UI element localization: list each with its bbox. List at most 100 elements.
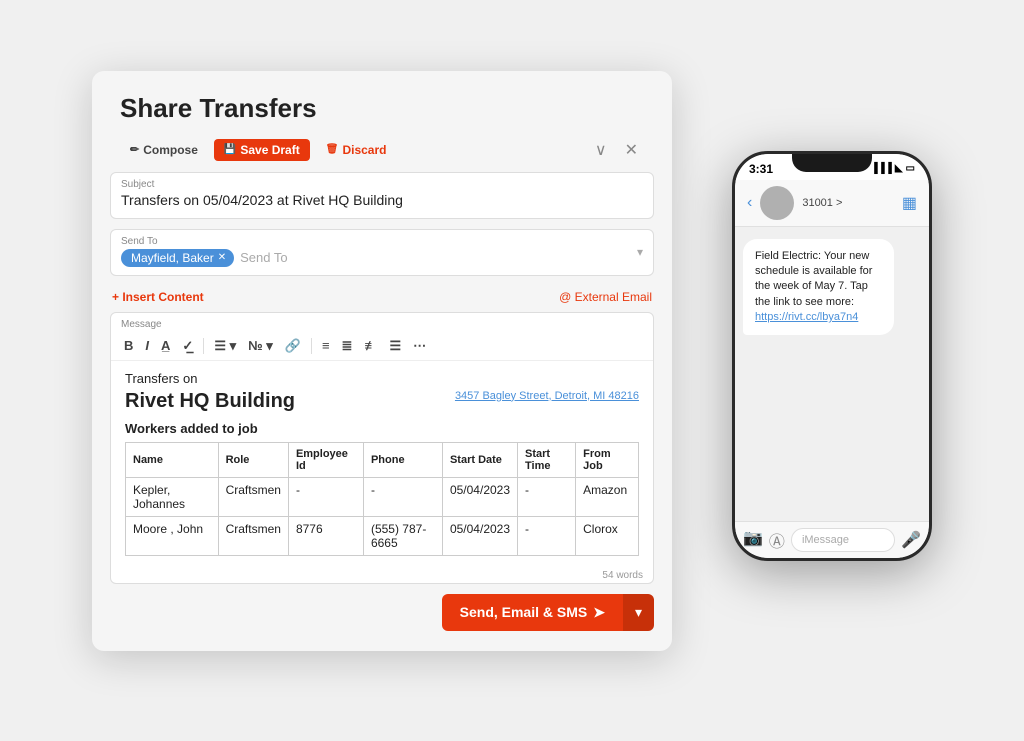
save-draft-button[interactable]: Save Draft bbox=[214, 139, 310, 161]
message-label: Message bbox=[111, 313, 653, 332]
app-icon: Ⓐ bbox=[769, 528, 785, 552]
align-center-button[interactable]: ≣ bbox=[337, 336, 358, 356]
word-count: 54 words bbox=[111, 566, 653, 583]
ordered-list-button[interactable]: № ▾ bbox=[243, 336, 278, 356]
table-row: Moore , John Craftsmen 8776 (555) 787-66… bbox=[126, 516, 639, 555]
insert-row: + Insert Content @ External Email bbox=[110, 286, 654, 308]
messages-area: Field Electric: Your new schedule is ava… bbox=[735, 227, 929, 521]
col-role: Role bbox=[218, 442, 288, 477]
panel-title: Share Transfers bbox=[120, 93, 644, 124]
align-left-button[interactable]: ≡ bbox=[317, 336, 335, 355]
toolbar: Compose Save Draft Discard ∨ ✕ bbox=[120, 138, 644, 162]
signal-icon: ▐▐▐ bbox=[871, 163, 892, 174]
table-row: Kepler, Johannes Craftsmen - - 05/04/202… bbox=[126, 477, 639, 516]
link-button[interactable]: 🔗 bbox=[280, 336, 306, 356]
job-name: Rivet HQ Building bbox=[125, 390, 295, 413]
phone-mockup: 3:31 ▐▐▐ ◣ ▭ ‹ 31001 > ▦ Field Electric:… bbox=[732, 151, 932, 561]
imessage-input[interactable]: iMessage bbox=[791, 528, 895, 552]
close-button[interactable]: ✕ bbox=[619, 138, 644, 162]
cell-phone: (555) 787-6665 bbox=[363, 516, 442, 555]
toolbar-divider-2 bbox=[311, 338, 312, 354]
cell-role: Craftsmen bbox=[218, 477, 288, 516]
cell-employee-id: 8776 bbox=[288, 516, 363, 555]
transfers-table: Name Role Employee Id Phone Start Date S… bbox=[125, 442, 639, 556]
panel-header: Share Transfers Compose Save Draft Disca… bbox=[92, 71, 672, 172]
video-call-icon: ▦ bbox=[902, 193, 917, 213]
cell-start-time: - bbox=[518, 516, 576, 555]
email-form: Subject Transfers on 05/04/2023 at Rivet… bbox=[92, 172, 672, 584]
job-header-row: Rivet HQ Building 3457 Bagley Street, De… bbox=[125, 390, 639, 415]
job-address: 3457 Bagley Street, Detroit, MI 48216 bbox=[455, 390, 639, 402]
sms-text: Field Electric: Your new schedule is ava… bbox=[755, 250, 872, 308]
cell-employee-id: - bbox=[288, 477, 363, 516]
subject-label: Subject bbox=[121, 179, 643, 190]
italic-button[interactable]: I bbox=[140, 336, 154, 355]
sms-link[interactable]: https://rivt.cc/lbya7n4 bbox=[755, 311, 858, 323]
col-employee-id: Employee Id bbox=[288, 442, 363, 477]
unordered-list-button[interactable]: ☰ ▾ bbox=[209, 336, 241, 356]
justify-button[interactable]: ☰ bbox=[384, 336, 406, 356]
cell-name: Moore , John bbox=[126, 516, 219, 555]
insert-content-button[interactable]: + Insert Content bbox=[112, 290, 204, 304]
send-to-label: Send To bbox=[121, 236, 625, 247]
col-start-date: Start Date bbox=[442, 442, 517, 477]
external-email-button[interactable]: @ External Email bbox=[559, 290, 652, 304]
email-compose-panel: Share Transfers Compose Save Draft Disca… bbox=[92, 71, 672, 651]
phone-screen: 3:31 ▐▐▐ ◣ ▭ ‹ 31001 > ▦ Field Electric:… bbox=[735, 154, 929, 558]
camera-icon: 📷 bbox=[743, 528, 763, 552]
status-icons: ▐▐▐ ◣ ▭ bbox=[871, 163, 915, 174]
highlight-button[interactable]: ✓̲ bbox=[177, 336, 198, 356]
cell-role: Craftsmen bbox=[218, 516, 288, 555]
battery-icon: ▭ bbox=[906, 163, 915, 174]
col-start-time: Start Time bbox=[518, 442, 576, 477]
send-to-placeholder: Send To bbox=[240, 250, 287, 265]
more-options-button[interactable]: ⋯ bbox=[408, 336, 431, 356]
phone-back-button[interactable]: ‹ bbox=[747, 194, 752, 212]
imessage-placeholder: iMessage bbox=[802, 534, 849, 546]
cell-start-date: 05/04/2023 bbox=[442, 516, 517, 555]
send-to-field[interactable]: Send To Mayfield, Baker ✕ Send To ▾ bbox=[110, 229, 654, 276]
wifi-icon: ◣ bbox=[895, 163, 903, 174]
cell-name: Kepler, Johannes bbox=[126, 477, 219, 516]
col-from-job: From Job bbox=[576, 442, 639, 477]
send-to-content: Mayfield, Baker ✕ Send To bbox=[121, 249, 625, 267]
phone-chat-header: ‹ 31001 > ▦ bbox=[735, 180, 929, 227]
collapse-button[interactable]: ∨ bbox=[589, 138, 613, 162]
avatar bbox=[760, 186, 794, 220]
phone-input-bar: 📷 Ⓐ iMessage 🎤 bbox=[735, 521, 929, 558]
contact-name: 31001 > bbox=[802, 197, 842, 209]
cell-start-date: 05/04/2023 bbox=[442, 477, 517, 516]
text-color-button[interactable]: A̲ bbox=[156, 336, 175, 355]
recipient-tag: Mayfield, Baker ✕ bbox=[121, 249, 234, 267]
subject-field[interactable]: Subject Transfers on 05/04/2023 at Rivet… bbox=[110, 172, 654, 219]
phone-notch bbox=[792, 154, 872, 172]
table-header-row: Name Role Employee Id Phone Start Date S… bbox=[126, 442, 639, 477]
bold-button[interactable]: B bbox=[119, 336, 138, 355]
col-name: Name bbox=[126, 442, 219, 477]
send-email-sms-button[interactable]: Send, Email & SMS ➤ bbox=[442, 594, 623, 631]
col-phone: Phone bbox=[363, 442, 442, 477]
send-arrow-icon: ➤ bbox=[593, 604, 605, 621]
sms-bubble: Field Electric: Your new schedule is ava… bbox=[743, 239, 894, 336]
cell-from-job: Amazon bbox=[576, 477, 639, 516]
cell-from-job: Clorox bbox=[576, 516, 639, 555]
recipient-name: Mayfield, Baker bbox=[131, 251, 214, 265]
remove-recipient-button[interactable]: ✕ bbox=[218, 252, 226, 263]
toolbar-divider-1 bbox=[203, 338, 204, 354]
subject-value: Transfers on 05/04/2023 at Rivet HQ Buil… bbox=[121, 192, 403, 208]
input-icons: 📷 Ⓐ bbox=[743, 528, 785, 552]
mic-icon: 🎤 bbox=[901, 530, 921, 550]
send-button-label: Send, Email & SMS bbox=[460, 604, 588, 620]
dropdown-arrow-icon: ▾ bbox=[637, 245, 643, 259]
compose-button[interactable]: Compose bbox=[120, 139, 208, 161]
editor-content[interactable]: Transfers on Rivet HQ Building 3457 Bagl… bbox=[111, 361, 653, 566]
message-area: Message B I A̲ ✓̲ ☰ ▾ № ▾ 🔗 ≡ ≣ ≢ ☰ ⋯ bbox=[110, 312, 654, 584]
workers-label: Workers added to job bbox=[125, 421, 639, 436]
editor-toolbar: B I A̲ ✓̲ ☰ ▾ № ▾ 🔗 ≡ ≣ ≢ ☰ ⋯ bbox=[111, 332, 653, 361]
send-dropdown-button[interactable]: ▾ bbox=[623, 594, 654, 631]
cell-start-time: - bbox=[518, 477, 576, 516]
send-button-row: Send, Email & SMS ➤ ▾ bbox=[92, 584, 672, 631]
discard-button[interactable]: Discard bbox=[316, 139, 397, 161]
transfers-label: Transfers on bbox=[125, 371, 639, 386]
align-right-button[interactable]: ≢ bbox=[359, 336, 382, 355]
